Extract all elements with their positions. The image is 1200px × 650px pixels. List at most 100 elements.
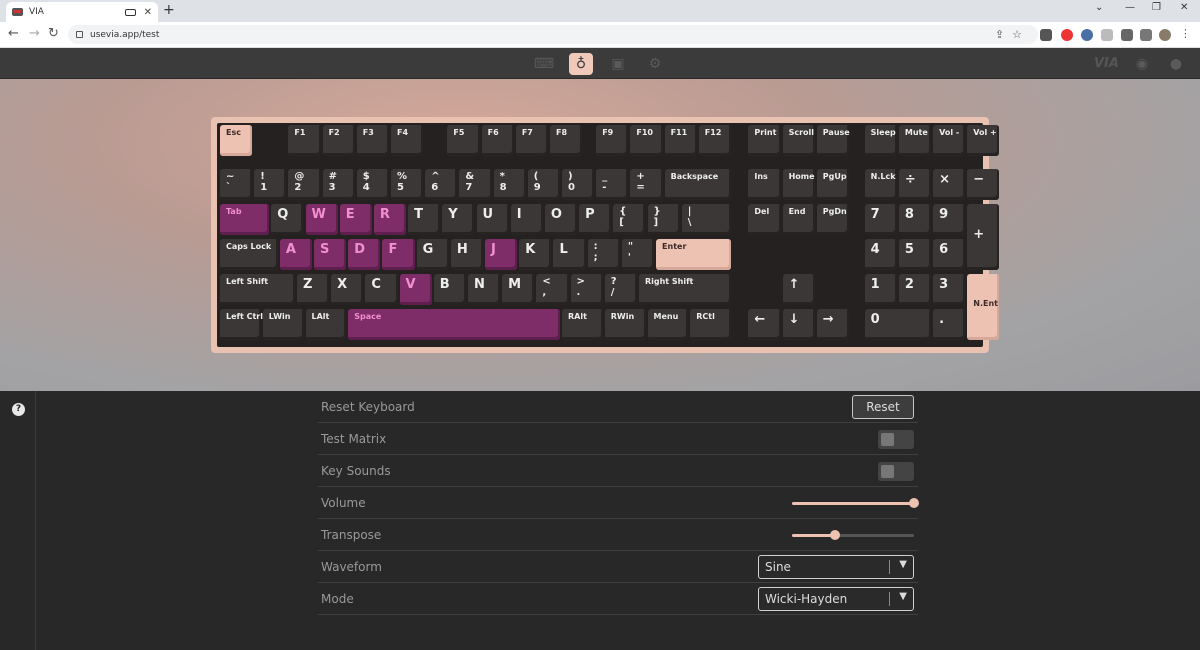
key-i[interactable]: I [510,204,543,235]
key-m[interactable]: M [502,274,535,305]
key-2[interactable]: 2 [898,274,932,305]
key-f2[interactable]: F2 [322,125,355,156]
key-&7[interactable]: & 7 [459,169,492,200]
new-tab-button[interactable]: + [163,2,175,18]
key-l[interactable]: L [553,239,586,270]
key-end[interactable]: End [782,204,815,235]
key-space[interactable]: Space [348,309,560,340]
globe-extension-icon[interactable] [1081,29,1093,41]
key-p[interactable]: P [579,204,612,235]
key-k[interactable]: K [519,239,552,270]
key-print[interactable]: Print [748,125,781,156]
key-h[interactable]: H [450,239,484,270]
key-~`[interactable]: ~ ` [220,169,253,200]
key-sounds-toggle[interactable] [878,462,914,481]
key-7[interactable]: 7 [864,204,897,235]
design-icon[interactable]: ▣ [606,53,630,75]
key-e[interactable]: E [339,204,372,235]
key-f3[interactable]: F3 [356,125,389,156]
key-f12[interactable]: F12 [698,125,731,156]
key-f7[interactable]: F7 [515,125,549,156]
key-f1[interactable]: F1 [288,125,321,156]
settings-icon[interactable]: ⚙ [643,53,667,75]
key-n.lck[interactable]: N.Lck [864,169,897,200]
key-lwin[interactable]: LWin [262,309,304,340]
key-.[interactable]: . [933,309,966,340]
key-scroll[interactable]: Scroll [782,125,815,156]
key-|\[interactable]: | \ [681,204,731,235]
key-f8[interactable]: F8 [550,125,583,156]
key-g[interactable]: G [416,239,449,270]
key-pgup[interactable]: PgUp [816,169,849,200]
key-f5[interactable]: F5 [447,125,480,156]
key-:;[interactable]: : ; [587,239,620,270]
key-↑[interactable]: ↑ [782,274,815,305]
key-f[interactable]: F [382,239,415,270]
reset-button[interactable]: Reset [852,395,914,419]
key-d[interactable]: D [348,239,381,270]
key-f10[interactable]: F10 [630,125,663,156]
key-vol--[interactable]: Vol - [933,125,966,156]
key-pgdn[interactable]: PgDn [816,204,849,235]
key-v[interactable]: V [399,274,432,305]
volume-slider[interactable] [792,498,919,508]
key-×[interactable]: × [933,169,966,200]
menu-dots-icon[interactable]: ⋮ [1180,27,1191,40]
key-o[interactable]: O [544,204,578,235]
tab-close-icon[interactable]: ✕ [144,7,152,18]
key-!1[interactable]: ! 1 [254,169,287,200]
discord-icon[interactable]: ◉ [1130,53,1154,75]
key-↓[interactable]: ↓ [782,309,815,340]
key-left-shift[interactable]: Left Shift [220,274,295,305]
key-t[interactable]: T [408,204,441,235]
key-vol-+[interactable]: Vol + [967,125,1000,156]
key-y[interactable]: Y [442,204,475,235]
key-ins[interactable]: Ins [748,169,781,200]
key-x[interactable]: X [331,274,364,305]
key-caps-lock[interactable]: Caps Lock [220,239,278,270]
key-mute[interactable]: Mute [898,125,932,156]
keyboard-icon[interactable]: ⌨ [532,53,556,75]
reload-icon[interactable]: ↻ [48,26,59,41]
mode-select[interactable]: Wicki-Hayden ▼ [758,587,914,611]
key-f9[interactable]: F9 [596,125,629,156]
key-+[interactable]: + [967,204,1000,270]
key-tab[interactable]: Tab [220,204,270,235]
key-b[interactable]: B [433,274,466,305]
window-close-button[interactable]: ✕ [1180,2,1188,13]
key-+=[interactable]: + = [630,169,663,200]
via-logo[interactable]: VIA [1094,56,1119,71]
key-*8[interactable]: * 8 [493,169,526,200]
browser-tab[interactable]: VIA ✕ [6,2,158,22]
key-←[interactable]: ← [748,309,781,340]
page-extension-icon[interactable] [1101,29,1113,41]
opera-extension-icon[interactable] [1061,29,1073,41]
key-0[interactable]: 0 [864,309,932,340]
test-matrix-toggle[interactable] [878,430,914,449]
key-$4[interactable]: $ 4 [356,169,389,200]
key-lalt[interactable]: LAlt [305,309,347,340]
back-arrow-icon[interactable]: ← [8,26,19,41]
key-a[interactable]: A [279,239,313,270]
chevron-down-icon[interactable]: ⌄ [1095,2,1103,13]
key-%5[interactable]: % 5 [391,169,424,200]
key-sleep[interactable]: Sleep [864,125,897,156]
key-pause[interactable]: Pause [816,125,850,156]
key-n.ent[interactable]: N.Ent [967,274,1000,340]
key-w[interactable]: W [305,204,338,235]
key-u[interactable]: U [476,204,509,235]
slider-thumb[interactable] [829,530,840,540]
key-_-[interactable]: _ - [596,169,629,200]
key-@2[interactable]: @ 2 [288,169,321,200]
key-backspace[interactable]: Backspace [664,169,731,200]
key-÷[interactable]: ÷ [898,169,932,200]
key-s[interactable]: S [314,239,347,270]
key->.[interactable]: > . [570,274,603,305]
restore-button[interactable]: ❐ [1152,2,1161,13]
key-→[interactable]: → [816,309,849,340]
key-f4[interactable]: F4 [391,125,424,156]
url-field[interactable]: usevia.app/test ⇪☆ [68,25,1038,44]
key-"'[interactable]: " ' [621,239,655,270]
key-^6[interactable]: ^ 6 [425,169,458,200]
key-z[interactable]: Z [296,274,330,305]
